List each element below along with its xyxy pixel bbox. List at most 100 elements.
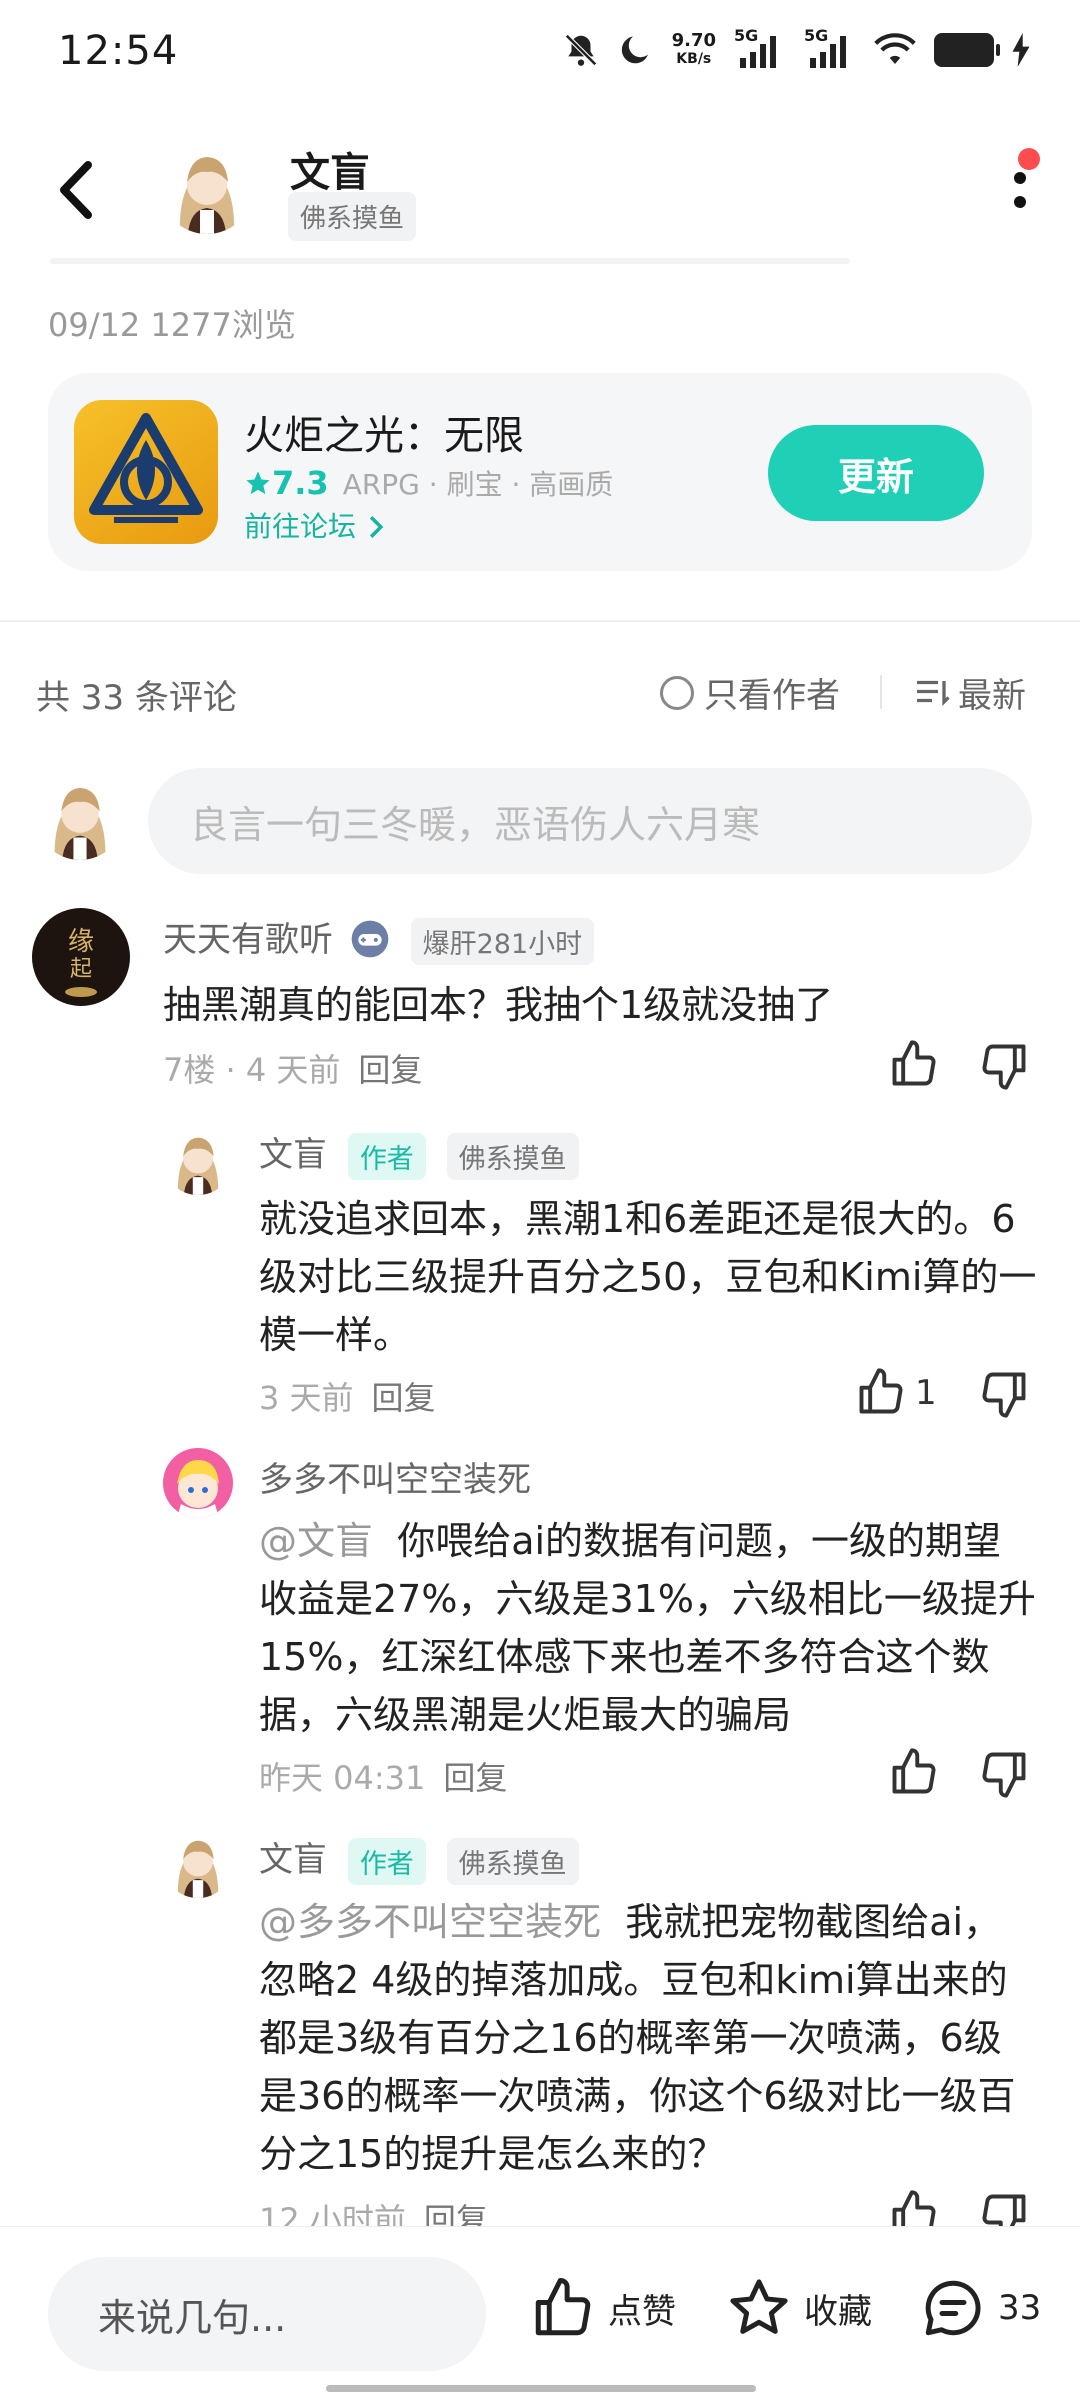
chevron-right-icon (369, 515, 384, 539)
notification-dot (1018, 148, 1040, 170)
svg-text:缘: 缘 (68, 927, 94, 957)
signal2-label: 5G (804, 26, 829, 45)
game-genre: ARPG · 刷宝 · 高画质 (342, 468, 614, 501)
author-avatar[interactable] (160, 140, 254, 234)
commenter-avatar[interactable]: 缘起 (32, 908, 130, 1006)
user-tag: 佛系摸鱼 (446, 1133, 579, 1180)
section-divider (0, 620, 1080, 622)
commenter-avatar[interactable] (163, 1448, 233, 1518)
sort-list-icon (917, 680, 950, 706)
update-button[interactable]: 更新 (768, 425, 984, 521)
sort-button[interactable]: 最新 (914, 668, 1026, 717)
reply-button[interactable]: 回复 (443, 1759, 507, 1797)
my-avatar (36, 772, 124, 860)
like-count: 1 (915, 1373, 937, 1413)
comment-body: 你喂给ai的数据有问题，一级的期望收益是27%，六级是31%，六级相比一级提升1… (259, 1519, 1036, 1737)
header-divider (50, 258, 850, 264)
net-speed-value: 9.70 (671, 30, 716, 51)
comment-text: 就没追求回本，黑潮1和6差距还是很大的。6级对比三级提升百分之50，豆包和Kim… (259, 1197, 1037, 1357)
game-rating-value: 7.3 (272, 464, 329, 502)
sort-label: 最新 (958, 676, 1026, 716)
commenter-avatar[interactable] (163, 1125, 233, 1195)
playtime-badge: 爆肝281小时 (410, 918, 595, 965)
favorite-button[interactable]: 收藏 (726, 2275, 872, 2341)
user-tag: 佛系摸鱼 (446, 1838, 579, 1885)
comment-count: 共 33 条评论 (36, 678, 237, 718)
game-rating-row: 7.3 ARPG · 刷宝 · 高画质 (244, 463, 613, 503)
game-icon[interactable] (74, 400, 218, 544)
status-bar: 12:54 9.70 KB/s 5G 5G (0, 0, 1080, 110)
game-title[interactable]: 火炬之光：无限 (244, 403, 524, 461)
like-post-button[interactable]: 点赞 (530, 2275, 676, 2341)
comment-count-badge: 33 (998, 2288, 1042, 2328)
only-author-label: 只看作者 (704, 676, 840, 716)
like-label: 点赞 (608, 2291, 676, 2332)
favorite-label: 收藏 (804, 2291, 872, 2332)
reply-button[interactable]: 回复 (358, 1051, 422, 1089)
comment-author-name: 文盲 (259, 1135, 327, 1175)
svg-text:起: 起 (70, 957, 92, 982)
battery-icon (934, 33, 1000, 67)
comment-time: 昨天 04:31 (259, 1759, 426, 1797)
comment-time: 3 天前 (259, 1379, 354, 1417)
comment-author-name: 文盲 (259, 1840, 327, 1880)
comment-time: 7楼 · 4 天前 (163, 1051, 341, 1089)
author-name[interactable]: 文盲 (290, 140, 370, 198)
status-icons: 9.70 KB/s 5G 5G (562, 26, 1030, 70)
home-indicator[interactable] (326, 2385, 756, 2392)
thumbs-down-icon[interactable] (978, 1040, 1030, 1092)
mention-link[interactable]: @多多不叫空空装死 (259, 1900, 601, 1944)
forum-link[interactable]: 前往论坛 (244, 505, 387, 545)
signal1-label: 5G (734, 26, 759, 45)
comment-bubble-icon (925, 2280, 981, 2336)
star-outline-icon (730, 2279, 788, 2334)
wifi-icon (874, 33, 916, 64)
divider (880, 675, 882, 709)
comment-author[interactable]: 多多不叫空空装死 (259, 1452, 531, 1501)
mention-link[interactable]: @文盲 (259, 1519, 373, 1563)
comment-input[interactable]: 良言一句三冬暖，恶语伤人六月寒 (148, 768, 1032, 874)
comments-button[interactable]: 33 (920, 2275, 1041, 2341)
thumbs-up-icon (535, 2278, 591, 2336)
comment-author[interactable]: 文盲 作者 佛系摸鱼 (259, 1127, 579, 1180)
back-button[interactable] (48, 155, 108, 225)
net-speed-unit: KB/s (676, 51, 712, 67)
post-header: 文盲 佛系摸鱼 (0, 110, 1080, 260)
thumbs-up-icon[interactable] (888, 1746, 940, 1798)
thumbs-up-icon[interactable] (855, 1366, 907, 1418)
comment-author[interactable]: 文盲 作者 佛系摸鱼 (259, 1832, 579, 1885)
net-speed: 9.70 KB/s (672, 32, 716, 68)
forum-link-label: 前往论坛 (244, 510, 357, 543)
signal-icon: 5G (734, 26, 786, 70)
author-badge: 作者 (347, 1133, 426, 1180)
game-rating: 7.3 (244, 464, 329, 502)
radio-circle-icon (660, 675, 694, 710)
author-badge: 作者 (347, 1838, 426, 1885)
comment-author-name: 天天有歌听 (163, 920, 333, 960)
thumbs-down-icon[interactable] (978, 1748, 1030, 1800)
star-icon (246, 471, 270, 495)
comment-meta: 昨天 04:31 回复 (259, 1753, 507, 1799)
post-meta: 09/12 1277浏览 (48, 306, 296, 344)
reply-button[interactable]: 回复 (372, 1379, 436, 1417)
commenter-avatar[interactable] (163, 1828, 233, 1898)
signal-icon-2: 5G (804, 26, 856, 70)
status-time: 12:54 (58, 28, 179, 74)
gamepad-icon (351, 920, 389, 958)
back-arrow-icon (60, 161, 92, 219)
comment-meta: 3 天前 回复 (259, 1373, 436, 1419)
comment-text: @多多不叫空空装死 我就把宠物截图给ai，忽略2 4级的掉落加成。豆包和kimi… (259, 1893, 1039, 2223)
bottom-action-bar: 来说几句... 点赞 收藏 33 (0, 2226, 1080, 2400)
comment-author[interactable]: 天天有歌听 爆肝281小时 (163, 912, 595, 965)
charging-icon (1012, 33, 1030, 67)
comment-author-name: 多多不叫空空装死 (259, 1460, 531, 1500)
bottom-comment-input[interactable]: 来说几句... (48, 2257, 486, 2371)
comment-text: 抽黑潮真的能回本？我抽个1级就没抽了 (163, 983, 834, 1027)
game-card[interactable]: 火炬之光：无限 7.3 ARPG · 刷宝 · 高画质 前往论坛 更新 (48, 373, 1032, 571)
only-author-toggle[interactable]: 只看作者 (660, 668, 840, 717)
mute-bell-icon (564, 34, 597, 66)
thumbs-down-icon[interactable] (978, 1368, 1030, 1420)
author-tag: 佛系摸鱼 (288, 192, 417, 241)
thumbs-up-icon[interactable] (888, 1038, 940, 1090)
moon-icon (621, 36, 648, 64)
